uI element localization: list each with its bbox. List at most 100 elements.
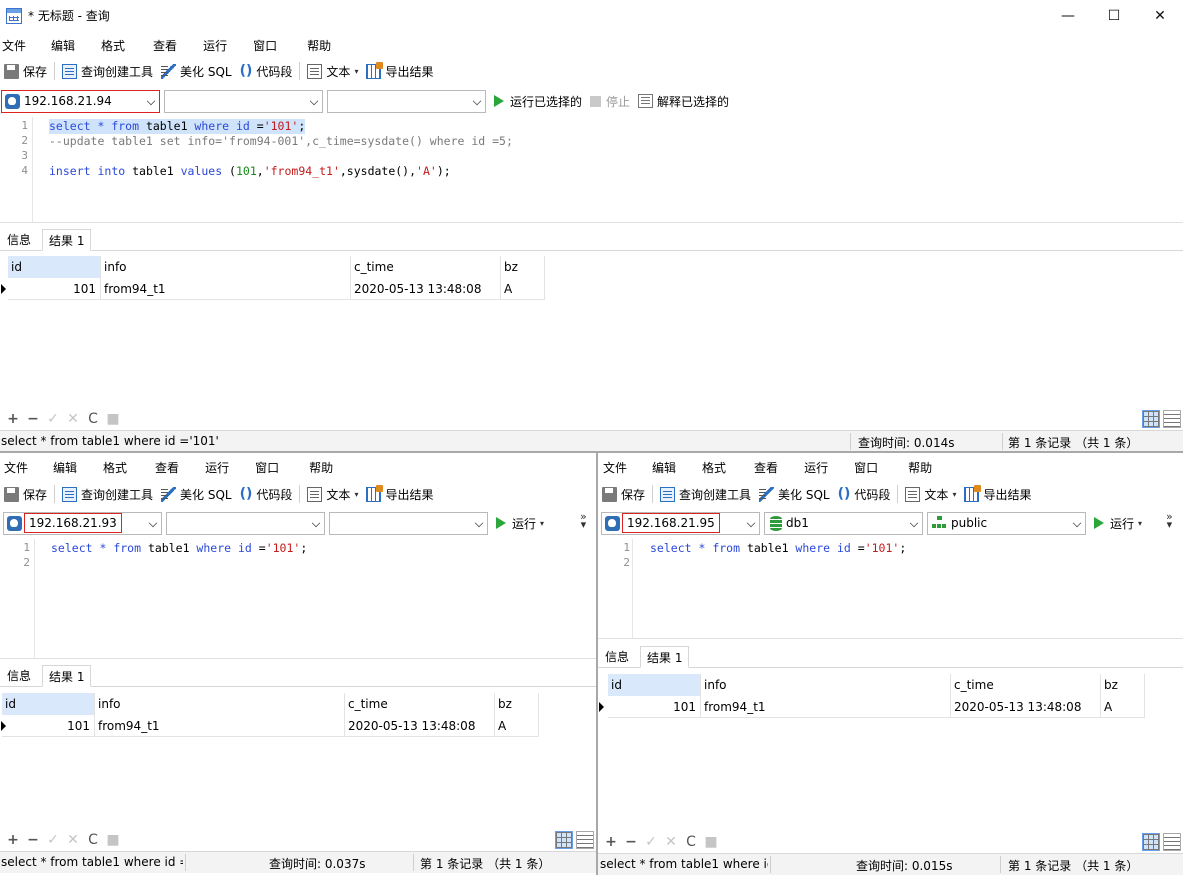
menu-help[interactable]: 帮助 — [307, 37, 331, 54]
save-button[interactable]: 保存 — [0, 482, 51, 506]
column-header-c-time[interactable]: c_time — [951, 674, 1101, 696]
column-header-info[interactable]: info — [701, 674, 951, 696]
column-header-bz[interactable]: bz — [495, 693, 539, 715]
table-cell[interactable]: 2020-05-13 13:48:08 — [951, 696, 1101, 718]
column-header-info[interactable]: info — [95, 693, 345, 715]
table-row[interactable]: 101 from94_t1 2020-05-13 13:48:08 A — [2, 715, 539, 737]
table-row[interactable]: 101 from94_t1 2020-05-13 13:48:08 A — [608, 696, 1145, 718]
database-select[interactable]: db1 — [764, 511, 923, 535]
menu-format[interactable]: 格式 — [702, 459, 726, 476]
more-tools-button[interactable]: » ▾ — [580, 511, 587, 530]
menu-window[interactable]: 窗口 — [255, 459, 279, 476]
discard-changes-button[interactable]: ✕ — [66, 411, 80, 427]
menu-window[interactable]: 窗口 — [253, 37, 277, 54]
sql-editor[interactable]: 1 2 select * from table1 where id ='101'… — [0, 539, 596, 659]
form-view-button[interactable] — [576, 831, 594, 849]
table-cell[interactable]: 101 — [608, 696, 701, 718]
table-cell[interactable]: 101 — [2, 715, 95, 737]
beautify-sql-button[interactable]: 美化 SQL — [157, 482, 236, 506]
tab-result-1[interactable]: 结果 1 — [640, 646, 690, 668]
column-header-id[interactable]: id — [608, 674, 701, 696]
connection-select[interactable]: 192.168.21.93 — [3, 511, 162, 535]
table-cell[interactable]: from94_t1 — [101, 278, 351, 300]
export-results-button[interactable]: 导出结果 — [362, 482, 437, 506]
tab-result-1[interactable]: 结果 1 — [42, 229, 92, 251]
delete-record-button[interactable]: − — [26, 832, 40, 848]
table-row[interactable]: 101 from94_t1 2020-05-13 13:48:08 A — [8, 278, 545, 300]
database-select[interactable] — [164, 89, 323, 113]
grid-view-button[interactable] — [555, 831, 573, 849]
more-tools-button[interactable]: » ▾ — [1166, 511, 1173, 530]
stop-button[interactable]: 停止 — [586, 90, 634, 113]
refresh-button[interactable]: C — [86, 832, 100, 848]
add-record-button[interactable]: + — [604, 834, 618, 850]
form-view-button[interactable] — [1163, 410, 1181, 428]
menu-file[interactable]: 文件 — [4, 459, 28, 476]
beautify-sql-button[interactable]: 美化 SQL — [157, 59, 236, 83]
schema-select[interactable] — [329, 511, 488, 535]
table-cell[interactable]: A — [501, 278, 545, 300]
snippet-button[interactable]: () 代码段 — [236, 482, 297, 506]
text-button[interactable]: 文本 ▾ — [303, 59, 362, 83]
sql-editor[interactable]: 1 2 3 4 select * from table1 where id ='… — [0, 117, 1183, 223]
maximize-button[interactable]: ☐ — [1091, 0, 1137, 31]
menu-edit[interactable]: 编辑 — [652, 459, 676, 476]
minimize-button[interactable]: — — [1045, 0, 1091, 31]
save-button[interactable]: 保存 — [598, 482, 649, 506]
run-button[interactable]: 运行 ▾ — [1090, 512, 1146, 535]
save-button[interactable]: 保存 — [0, 59, 51, 83]
discard-changes-button[interactable]: ✕ — [66, 832, 80, 848]
export-results-button[interactable]: 导出结果 — [362, 59, 437, 83]
text-button[interactable]: 文本 ▾ — [901, 482, 960, 506]
delete-record-button[interactable]: − — [624, 834, 638, 850]
discard-changes-button[interactable]: ✕ — [664, 834, 678, 850]
grid-view-button[interactable] — [1142, 833, 1160, 851]
column-header-id[interactable]: id — [8, 256, 101, 278]
column-header-bz[interactable]: bz — [1101, 674, 1145, 696]
menu-run[interactable]: 运行 — [203, 37, 227, 54]
grid-view-button[interactable] — [1142, 410, 1160, 428]
query-builder-button[interactable]: 查询创建工具 — [58, 482, 157, 506]
table-cell[interactable]: from94_t1 — [95, 715, 345, 737]
menu-run[interactable]: 运行 — [205, 459, 229, 476]
menu-run[interactable]: 运行 — [804, 459, 828, 476]
snippet-button[interactable]: () 代码段 — [834, 482, 895, 506]
table-cell[interactable]: from94_t1 — [701, 696, 951, 718]
text-button[interactable]: 文本 ▾ — [303, 482, 362, 506]
column-header-info[interactable]: info — [101, 256, 351, 278]
refresh-button[interactable]: C — [684, 834, 698, 850]
apply-changes-button[interactable]: ✓ — [644, 834, 658, 850]
result-grid[interactable]: id info c_time bz 101 from94_t1 2020-05-13 13:… — [0, 693, 560, 743]
menu-view[interactable]: 查看 — [754, 459, 778, 476]
database-select[interactable] — [166, 511, 325, 535]
connection-select[interactable]: 192.168.21.95 — [601, 511, 760, 535]
tab-info[interactable]: 信息 — [0, 228, 38, 250]
table-cell[interactable]: A — [1101, 696, 1145, 718]
menu-edit[interactable]: 编辑 — [51, 37, 75, 54]
beautify-sql-button[interactable]: 美化 SQL — [755, 482, 834, 506]
apply-changes-button[interactable]: ✓ — [46, 411, 60, 427]
column-header-c-time[interactable]: c_time — [351, 256, 501, 278]
menu-help[interactable]: 帮助 — [309, 459, 333, 476]
menu-file[interactable]: 文件 — [603, 459, 627, 476]
schema-select[interactable] — [327, 89, 486, 113]
menu-window[interactable]: 窗口 — [854, 459, 878, 476]
menu-edit[interactable]: 编辑 — [53, 459, 77, 476]
tab-info[interactable]: 信息 — [0, 664, 38, 686]
table-cell[interactable]: A — [495, 715, 539, 737]
add-record-button[interactable]: + — [6, 411, 20, 427]
stop-grid-button[interactable]: ■ — [704, 834, 718, 850]
snippet-button[interactable]: () 代码段 — [236, 59, 297, 83]
menu-view[interactable]: 查看 — [153, 37, 177, 54]
table-cell[interactable]: 2020-05-13 13:48:08 — [351, 278, 501, 300]
delete-record-button[interactable]: − — [26, 411, 40, 427]
tab-result-1[interactable]: 结果 1 — [42, 665, 92, 687]
close-button[interactable]: ✕ — [1137, 0, 1183, 31]
refresh-button[interactable]: C — [86, 411, 100, 427]
table-cell[interactable]: 101 — [8, 278, 101, 300]
sql-editor[interactable]: 1 2 select * from table1 where id ='101'… — [598, 539, 1183, 639]
column-header-id[interactable]: id — [2, 693, 95, 715]
table-cell[interactable]: 2020-05-13 13:48:08 — [345, 715, 495, 737]
menu-format[interactable]: 格式 — [101, 37, 125, 54]
stop-grid-button[interactable]: ■ — [106, 832, 120, 848]
